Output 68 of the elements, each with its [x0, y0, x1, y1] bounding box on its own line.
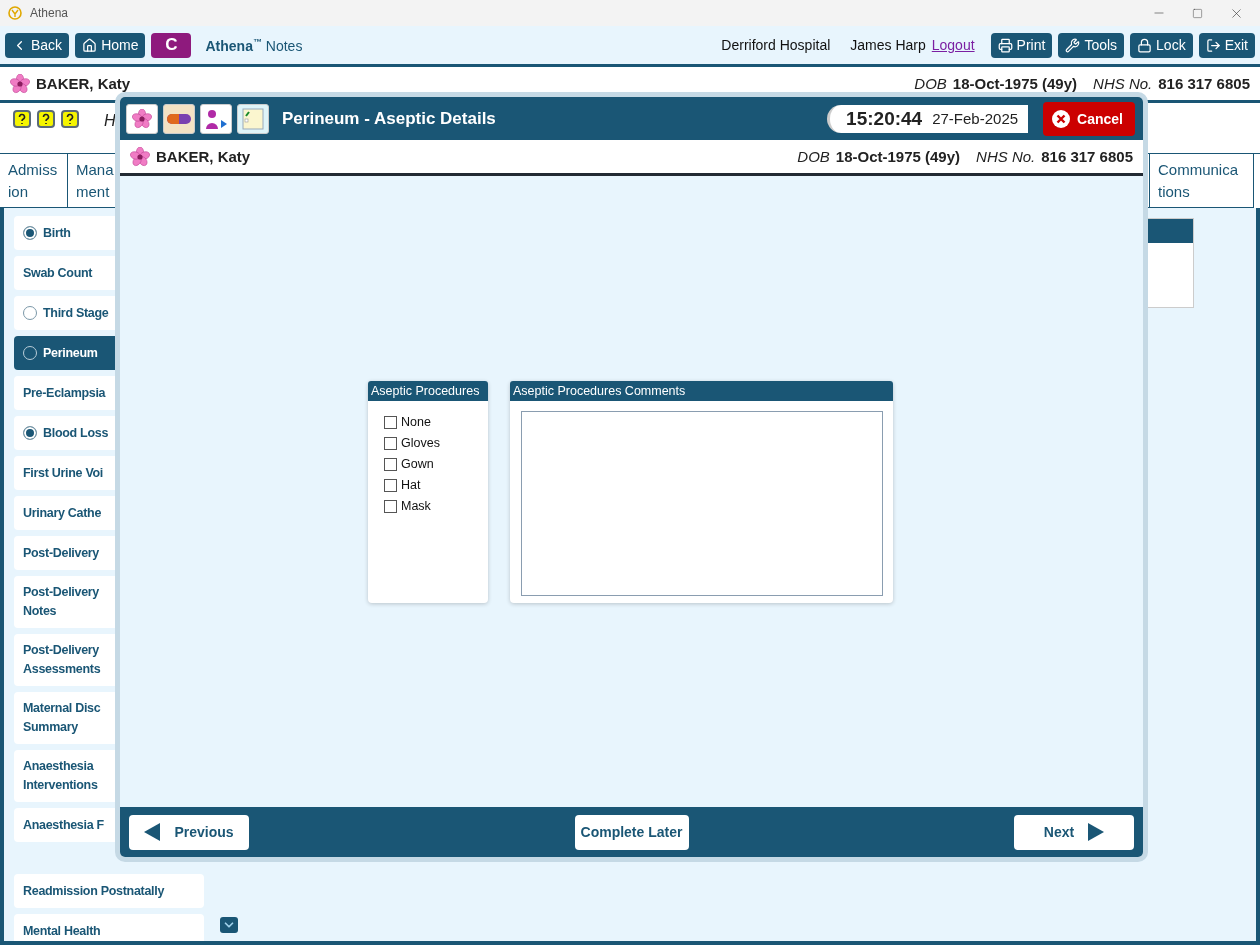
- window-title: Athena: [30, 6, 69, 20]
- checkbox[interactable]: [384, 499, 397, 513]
- help-icon[interactable]: [60, 109, 80, 129]
- print-button[interactable]: Print: [990, 32, 1053, 58]
- app-logo-icon: [8, 6, 22, 20]
- clock-date: 27-Feb-2025: [932, 110, 1019, 127]
- card-title: Aseptic Procedures: [368, 381, 488, 401]
- home-icon: [82, 37, 98, 53]
- printer-icon: [997, 37, 1013, 53]
- radio-button[interactable]: [23, 426, 37, 440]
- checkbox-option[interactable]: Mask: [384, 499, 488, 513]
- lock-button[interactable]: Lock: [1130, 32, 1193, 58]
- flower-icon: [132, 108, 152, 129]
- patient-name: BAKER, Katy: [156, 148, 251, 165]
- triangle-right-icon: [1088, 823, 1105, 841]
- help-icon[interactable]: [36, 109, 56, 129]
- patient-name: BAKER, Katy: [36, 75, 131, 92]
- checkbox-option[interactable]: Gown: [384, 457, 488, 471]
- back-button[interactable]: Back: [5, 32, 70, 58]
- nhs-label: NHS No.: [1093, 75, 1153, 92]
- complete-later-button[interactable]: Complete Later: [574, 814, 689, 850]
- info-text: H: [104, 112, 116, 130]
- help-icon[interactable]: [12, 109, 32, 129]
- user-name: James Harp: [850, 37, 926, 53]
- dob-label: DOB: [914, 75, 947, 92]
- cancel-button[interactable]: Cancel: [1043, 101, 1135, 136]
- dob-label: DOB: [797, 148, 830, 165]
- tools-button[interactable]: Tools: [1058, 32, 1125, 58]
- sidebar-item[interactable]: Mental Health: [14, 914, 204, 941]
- checkbox[interactable]: [384, 457, 397, 471]
- flower-icon: [10, 73, 30, 94]
- previous-button[interactable]: Previous: [129, 814, 249, 850]
- close-circle-icon: [1051, 108, 1072, 129]
- flower-tile-icon[interactable]: [126, 103, 158, 134]
- tab[interactable]: Admiss ion: [0, 154, 68, 208]
- next-button[interactable]: Next: [1014, 814, 1134, 850]
- scroll-down-button[interactable]: [220, 917, 238, 933]
- logout-link[interactable]: Logout: [931, 37, 975, 53]
- exit-button[interactable]: Exit: [1198, 32, 1255, 58]
- home-button[interactable]: Home: [75, 32, 146, 58]
- checkbox-option[interactable]: Gloves: [384, 436, 488, 450]
- checkbox[interactable]: [384, 415, 397, 429]
- nhs-number: 816 317 6805: [1158, 75, 1250, 92]
- tab[interactable]: Communica tions: [1150, 154, 1254, 208]
- exit-icon: [1205, 37, 1221, 53]
- dob-value: 18-Oct-1975 (49y): [952, 75, 1078, 92]
- app-badge[interactable]: C: [151, 32, 192, 58]
- comments-field[interactable]: [521, 411, 883, 596]
- triangle-left-icon: [144, 823, 161, 841]
- nhs-label: NHS No.: [976, 148, 1036, 165]
- sidebar-item[interactable]: Readmission Postnatally: [14, 874, 204, 908]
- dialog-title: Perineum - Aseptic Details: [282, 108, 496, 129]
- card-title: Aseptic Procedures Comments: [510, 381, 893, 401]
- app-name: Athena$^{™}$ Notes: [205, 36, 303, 54]
- checkbox[interactable]: [384, 478, 397, 492]
- radio-button[interactable]: [23, 226, 37, 240]
- checkbox-option[interactable]: None: [384, 415, 488, 429]
- checkbox[interactable]: [384, 436, 397, 450]
- checkbox-option[interactable]: Hat: [384, 478, 488, 492]
- notepad-icon[interactable]: [237, 103, 269, 134]
- location-text: Derriford Hospital: [721, 37, 831, 53]
- clock-time: 15:20:44: [846, 107, 923, 130]
- dob-value: 18-Oct-1975 (49y): [835, 148, 961, 165]
- lock-icon: [1137, 37, 1153, 53]
- nhs-number: 816 317 6805: [1041, 148, 1133, 165]
- flower-icon: [130, 146, 150, 167]
- tools-icon: [1065, 37, 1081, 53]
- capsule-icon[interactable]: [163, 103, 195, 134]
